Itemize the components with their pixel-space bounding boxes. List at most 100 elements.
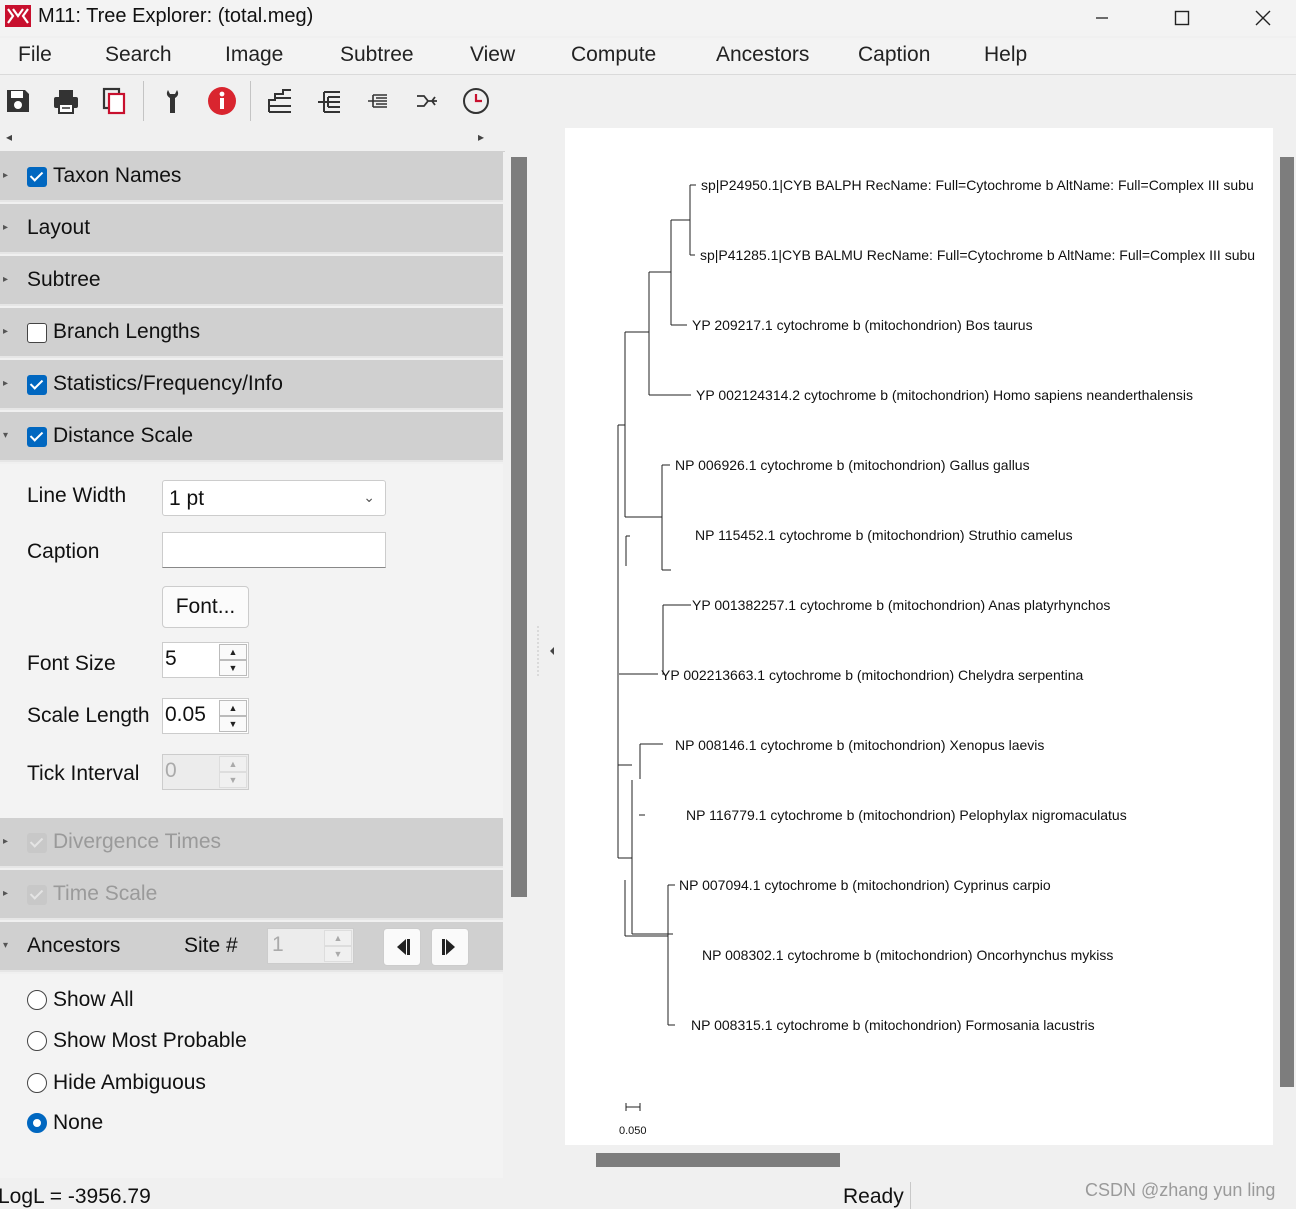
- next-site-button[interactable]: [431, 928, 469, 966]
- spin-down-icon[interactable]: ▼: [219, 660, 247, 676]
- menu-file[interactable]: File: [18, 43, 52, 67]
- taxon-label[interactable]: NP 006926.1 cytochrome b (mitochondrion)…: [675, 457, 1030, 473]
- taxon-label[interactable]: YP 209217.1 cytochrome b (mitochondrion)…: [692, 317, 1033, 333]
- menu-bar: File Search Image Subtree View Compute A…: [0, 38, 1296, 74]
- taxon-label[interactable]: NP 115452.1 cytochrome b (mitochondrion)…: [695, 527, 1073, 543]
- status-separator: [910, 1182, 911, 1209]
- tree-vertical-scrollbar[interactable]: [1280, 157, 1294, 1087]
- menu-ancestors[interactable]: Ancestors: [716, 43, 809, 67]
- section-statistics[interactable]: ▸ Statistics/Frequency/Info: [0, 360, 503, 410]
- menu-subtree[interactable]: Subtree: [340, 43, 414, 67]
- taxon-label[interactable]: NP 007094.1 cytochrome b (mitochondrion)…: [679, 877, 1051, 893]
- panel-splitter[interactable]: [528, 126, 564, 1178]
- previous-site-button[interactable]: [383, 928, 421, 966]
- panel-horizontal-scroll[interactable]: ◂ ▸: [0, 126, 505, 152]
- taxon-label[interactable]: NP 008302.1 cytochrome b (mitochondrion)…: [702, 947, 1113, 963]
- section-subtree[interactable]: ▸ Subtree: [0, 256, 503, 306]
- scale-length-value: 0.05: [165, 703, 206, 726]
- none-label[interactable]: None: [53, 1111, 103, 1135]
- spin-down-icon[interactable]: ▼: [219, 716, 247, 732]
- menu-help[interactable]: Help: [984, 43, 1027, 67]
- spin-up-icon[interactable]: ▲: [219, 700, 247, 716]
- scale-length-label: Scale Length: [27, 704, 150, 727]
- scroll-right-icon[interactable]: ▸: [478, 130, 484, 144]
- taxon-label[interactable]: YP 002124314.2 cytochrome b (mitochondri…: [696, 387, 1193, 403]
- font-size-spinner[interactable]: 5 ▲ ▼: [162, 642, 249, 678]
- tree-layout-alt-button[interactable]: [311, 83, 347, 119]
- collapse-panel-icon[interactable]: [528, 616, 564, 696]
- spin-up-icon: ▲: [324, 930, 352, 946]
- ready-status: Ready: [843, 1185, 904, 1208]
- hide-ambiguous-radio[interactable]: [27, 1073, 47, 1093]
- maximize-button[interactable]: [1150, 0, 1214, 36]
- timetree-button[interactable]: [458, 83, 494, 119]
- tick-interval-spinner: 0 ▲ ▼: [162, 754, 249, 790]
- close-button[interactable]: [1231, 0, 1295, 36]
- compressed-tree-button[interactable]: [360, 83, 396, 119]
- tick-interval-label: Tick Interval: [27, 762, 140, 785]
- menu-image[interactable]: Image: [225, 43, 283, 67]
- taxon-names-checkbox[interactable]: [27, 167, 47, 187]
- show-all-radio[interactable]: [27, 990, 47, 1010]
- save-button[interactable]: [0, 83, 36, 119]
- taxon-label[interactable]: YP 002213663.1 cytochrome b (mitochondri…: [661, 667, 1083, 683]
- font-button[interactable]: Font...: [162, 586, 249, 628]
- radiation-tree-button[interactable]: [409, 83, 445, 119]
- menu-view[interactable]: View: [470, 43, 515, 67]
- tree-horizontal-scrollbar[interactable]: [596, 1153, 840, 1167]
- tree-branches: [617, 184, 696, 1111]
- toolbar: [0, 74, 1296, 126]
- section-divergence-times[interactable]: ▸ Divergence Times: [0, 818, 503, 868]
- menu-compute[interactable]: Compute: [571, 43, 656, 67]
- site-label: Site #: [184, 934, 238, 957]
- taxon-label[interactable]: YP 001382257.1 cytochrome b (mitochondri…: [692, 597, 1110, 613]
- tree-layout-alt-icon: [318, 91, 340, 113]
- none-radio[interactable]: [27, 1113, 47, 1133]
- section-ancestors[interactable]: ▾ Ancestors Site # 1 ▲ ▼: [0, 922, 503, 972]
- compressed-tree-icon: [368, 94, 387, 108]
- maximize-icon: [1174, 10, 1190, 26]
- show-most-probable-radio[interactable]: [27, 1031, 47, 1051]
- show-all-label[interactable]: Show All: [53, 988, 134, 1012]
- window-title: M11: Tree Explorer: (total.meg): [38, 5, 314, 27]
- menu-caption[interactable]: Caption: [858, 43, 930, 67]
- tree-layout-button[interactable]: [262, 83, 298, 119]
- taxon-label[interactable]: NP 116779.1 cytochrome b (mitochondrion)…: [686, 807, 1127, 823]
- taxon-label[interactable]: sp|P24950.1|CYB BALPH RecName: Full=Cyto…: [701, 177, 1254, 193]
- watermark: CSDN @zhang yun ling: [1085, 1180, 1276, 1200]
- title-bar: M11: Tree Explorer: (total.meg): [0, 0, 1296, 36]
- print-button[interactable]: [48, 83, 84, 119]
- distance-scale-checkbox[interactable]: [27, 427, 47, 447]
- chevron-right-icon: ▸: [3, 274, 9, 285]
- tree-canvas[interactable]: sp|P24950.1|CYB BALPH RecName: Full=Cyto…: [565, 128, 1273, 1145]
- info-button[interactable]: [204, 83, 240, 119]
- branch-lengths-checkbox[interactable]: [27, 323, 47, 343]
- chevron-down-icon: ▾: [3, 940, 9, 951]
- section-label: Statistics/Frequency/Info: [53, 372, 283, 395]
- menu-search[interactable]: Search: [105, 43, 172, 67]
- taxon-label[interactable]: NP 008315.1 cytochrome b (mitochondrion)…: [691, 1017, 1095, 1033]
- section-time-scale[interactable]: ▸ Time Scale: [0, 870, 503, 920]
- statistics-checkbox[interactable]: [27, 375, 47, 395]
- minimize-button[interactable]: [1070, 0, 1134, 36]
- ancestors-options: Show All Show Most Probable Hide Ambiguo…: [0, 974, 503, 1178]
- show-most-probable-label[interactable]: Show Most Probable: [53, 1029, 247, 1053]
- close-icon: [1255, 10, 1271, 26]
- options-button[interactable]: [155, 83, 191, 119]
- section-distance-scale[interactable]: ▾ Distance Scale: [0, 412, 503, 462]
- taxon-label[interactable]: NP 008146.1 cytochrome b (mitochondrion)…: [675, 737, 1044, 753]
- section-taxon-names[interactable]: ▸ Taxon Names: [0, 152, 503, 202]
- line-width-select[interactable]: 1 pt ⌄: [162, 480, 386, 516]
- chevron-down-icon: ⌄: [363, 489, 375, 505]
- hide-ambiguous-label[interactable]: Hide Ambiguous: [53, 1071, 206, 1095]
- caption-input[interactable]: [162, 532, 386, 568]
- copy-button[interactable]: [96, 83, 132, 119]
- scale-length-spinner[interactable]: 0.05 ▲ ▼: [162, 698, 249, 734]
- options-panel-scrollbar[interactable]: [511, 157, 527, 897]
- section-layout[interactable]: ▸ Layout: [0, 204, 503, 254]
- scroll-left-icon[interactable]: ◂: [6, 130, 12, 144]
- taxon-label[interactable]: sp|P41285.1|CYB BALMU RecName: Full=Cyto…: [700, 247, 1255, 263]
- section-branch-lengths[interactable]: ▸ Branch Lengths: [0, 308, 503, 358]
- spin-up-icon[interactable]: ▲: [219, 644, 247, 660]
- chevron-right-icon: ▸: [3, 378, 9, 389]
